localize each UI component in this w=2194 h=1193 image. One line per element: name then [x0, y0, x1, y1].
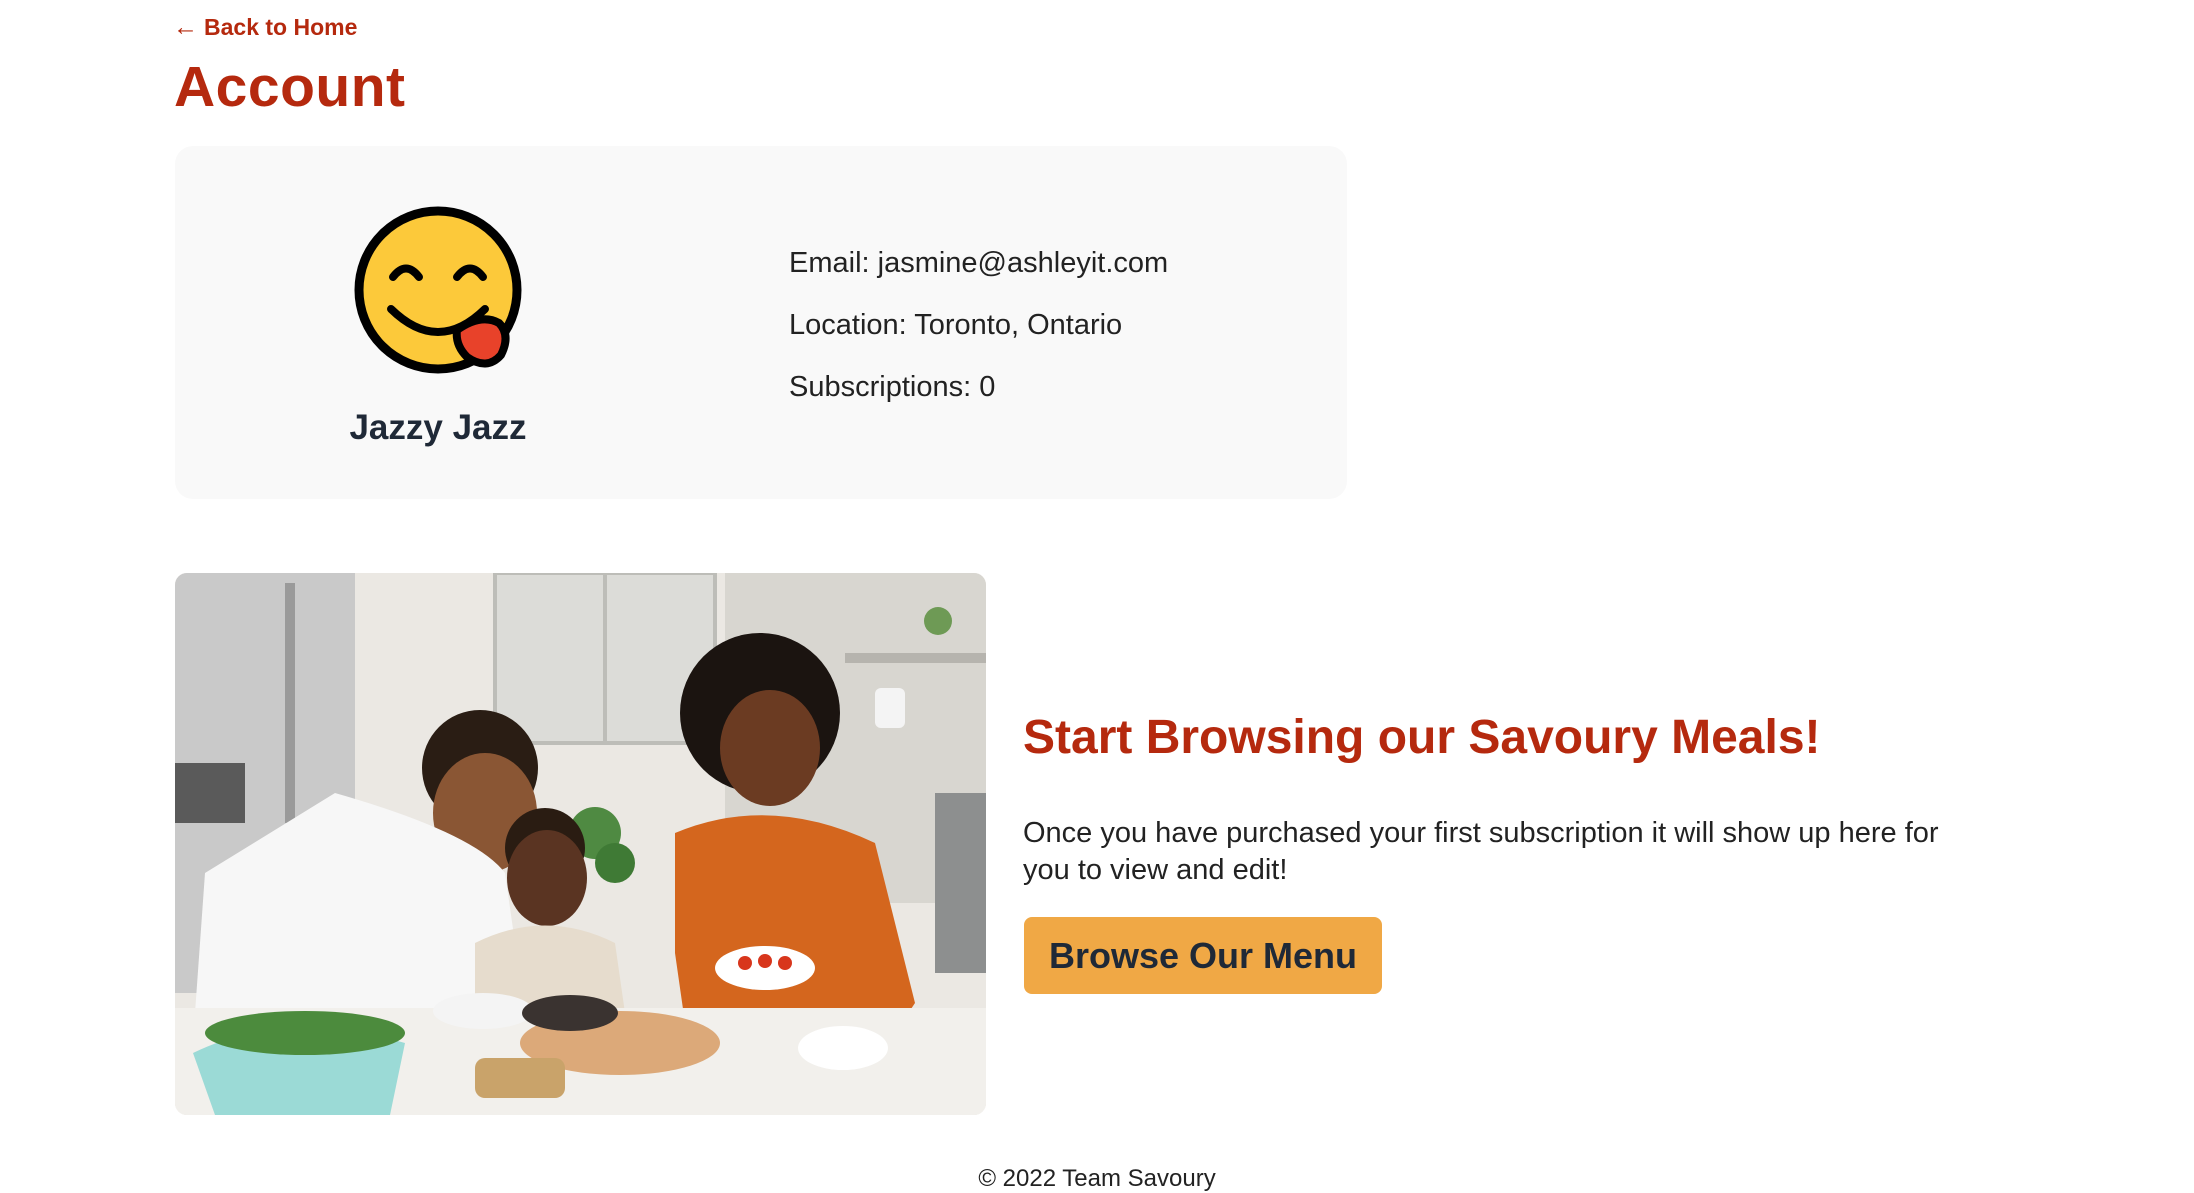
browse-our-menu-button[interactable]: Browse Our Menu	[1024, 917, 1382, 994]
subscriptions-detail: Subscriptions: 0	[789, 371, 996, 403]
promo-body: Once you have purchased your first subsc…	[1023, 817, 1939, 886]
family-cooking-photo	[175, 573, 986, 1115]
page-title: Account	[174, 55, 406, 119]
family-cooking-illustration	[175, 573, 986, 1115]
account-page: ← Back to Home Account Jazzy Jazz Email:…	[0, 0, 2194, 1193]
left-arrow-icon: ←	[173, 13, 198, 41]
footer-copyright: © 2022 Team Savoury	[978, 1165, 1216, 1192]
account-card: Jazzy Jazz Email: jasmine@ashleyit.com L…	[175, 146, 1347, 499]
account-details: Email: jasmine@ashleyit.com Location: To…	[789, 244, 1168, 430]
email-detail: Email: jasmine@ashleyit.com	[789, 247, 1169, 279]
back-to-home-link[interactable]: ← Back to Home	[173, 14, 357, 41]
promo-heading: Start Browsing our Savoury Meals!	[1023, 711, 1821, 764]
back-to-home-label: Back to Home	[204, 14, 358, 40]
user-name: Jazzy Jazz	[349, 408, 527, 447]
location-detail: Location: Toronto, Ontario	[789, 309, 1123, 341]
face-savoring-food-icon	[354, 206, 522, 374]
promo-section: Start Browsing our Savoury Meals! Once y…	[1023, 710, 1983, 889]
